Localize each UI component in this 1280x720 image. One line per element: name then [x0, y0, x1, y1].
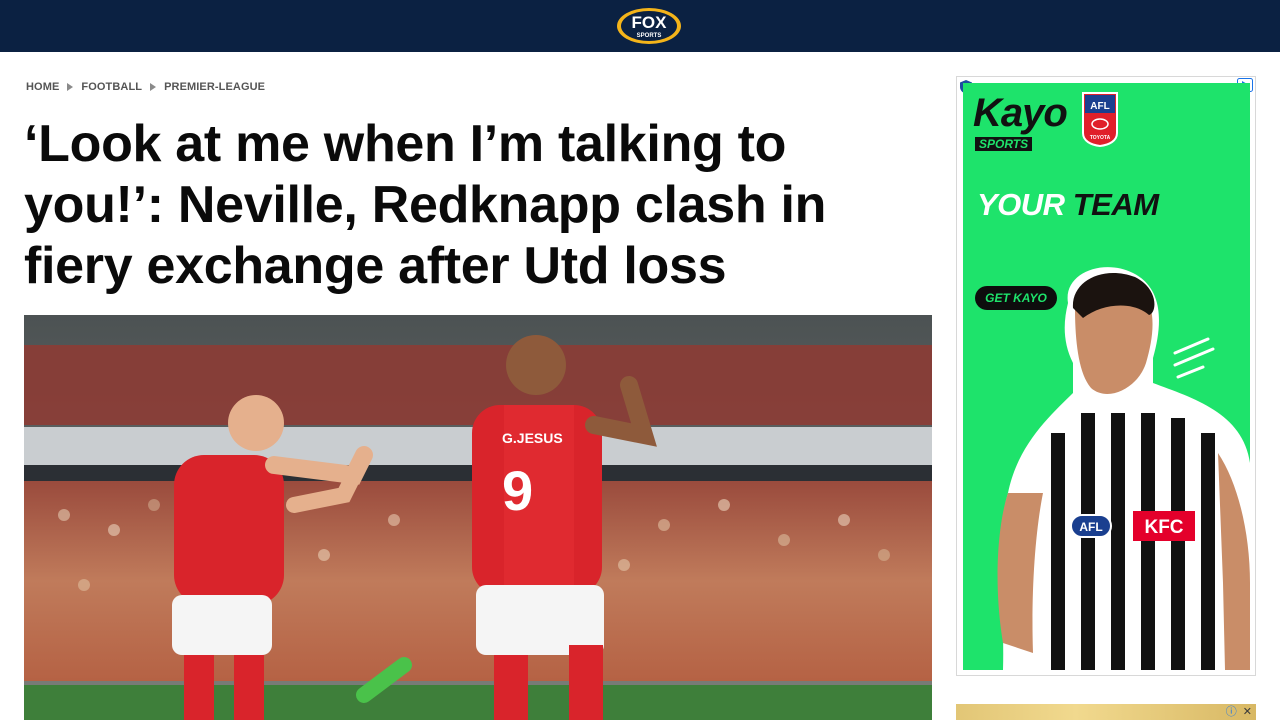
breadcrumb-arrow-icon	[150, 83, 157, 91]
kayo-logo: Kayo SPORTS	[973, 91, 1073, 151]
kayo-sports-text: SPORTS	[975, 137, 1033, 151]
breadcrumb: HOME FOOTBALL PREMIER-LEAGUE	[26, 80, 265, 94]
second-sidebar-advertisement[interactable]: ⓘ ✕	[956, 704, 1256, 720]
logo-sports-text: SPORTS	[637, 33, 662, 39]
ad-headline-team: TEAM	[1072, 187, 1159, 222]
sidebar-advertisement[interactable]: Kayo SPORTS AFL TOYOTA YOUR TEAM GET KAY…	[956, 76, 1256, 676]
top-navigation-bar: FOX SPORTS	[0, 0, 1280, 52]
ad-info-icon[interactable]: ⓘ	[1226, 705, 1237, 718]
breadcrumb-premier-league[interactable]: PREMIER-LEAGUE	[164, 81, 265, 93]
afl-badge-text: AFL	[1090, 101, 1109, 112]
ad-headline-your: YOUR	[977, 187, 1065, 222]
hero-shirt-name: G.JESUS	[502, 430, 563, 446]
ad-player-image: AFL KFC	[997, 267, 1250, 670]
article-hero-image[interactable]: G.JESUS 9	[24, 315, 932, 720]
toyota-badge-text: TOYOTA	[1090, 135, 1111, 141]
ad-headline: YOUR TEAM	[977, 187, 1159, 223]
breadcrumb-home[interactable]: HOME	[26, 81, 59, 93]
jersey-kfc-logo: KFC	[1144, 517, 1183, 538]
fox-sports-logo[interactable]: FOX SPORTS	[616, 7, 682, 45]
ad-close-icon[interactable]: ✕	[1243, 705, 1252, 718]
fox-sports-logo-icon: FOX SPORTS	[617, 8, 681, 44]
hero-shirt-number: 9	[502, 459, 533, 522]
afl-toyota-badge-icon: AFL TOYOTA	[1082, 92, 1118, 147]
breadcrumb-arrow-icon	[67, 83, 74, 91]
kayo-brand-text: Kayo	[973, 91, 1068, 135]
article-headline: ‘Look at me when I’m talking to you!’: N…	[24, 115, 827, 295]
logo-fox-text: FOX	[632, 13, 668, 32]
jersey-afl-logo: AFL	[1079, 520, 1102, 534]
breadcrumb-football[interactable]: FOOTBALL	[81, 81, 142, 93]
kayo-ad-creative[interactable]: Kayo SPORTS AFL TOYOTA YOUR TEAM GET KAY…	[963, 83, 1250, 670]
